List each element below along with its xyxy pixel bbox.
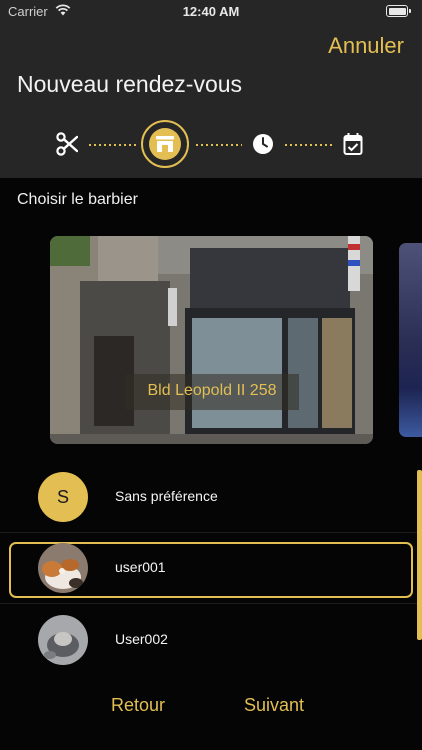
step-connector bbox=[196, 144, 242, 146]
step-shop-active[interactable] bbox=[141, 120, 189, 168]
step-connector bbox=[89, 144, 137, 146]
barber-item-user001[interactable]: user001 bbox=[0, 533, 422, 603]
barber-item-no-preference[interactable]: S Sans préférence bbox=[0, 462, 422, 532]
page-title: Nouveau rendez-vous bbox=[17, 71, 243, 97]
avatar bbox=[38, 543, 88, 593]
avatar: S bbox=[38, 472, 88, 522]
status-time: 12:40 AM bbox=[182, 4, 240, 19]
avatar-letter: S bbox=[38, 472, 88, 522]
status-bar: Carrier 12:40 AM bbox=[0, 0, 422, 24]
shop-address-caption: Bld Leopold II 258 bbox=[125, 374, 299, 410]
shop-icon bbox=[156, 136, 174, 152]
step-connector bbox=[285, 144, 333, 146]
booking-stepper bbox=[0, 118, 422, 172]
shop-card[interactable]: Bld Leopold II 258 bbox=[50, 236, 373, 444]
avatar bbox=[38, 615, 88, 665]
barber-name: user001 bbox=[115, 559, 166, 575]
barber-name: User002 bbox=[115, 631, 168, 647]
battery-icon bbox=[386, 5, 411, 17]
section-title: Choisir le barbier bbox=[17, 191, 138, 208]
divider bbox=[0, 603, 422, 604]
shop-card-next[interactable] bbox=[399, 243, 422, 437]
scissors-icon[interactable] bbox=[56, 132, 79, 161]
barber-name: Sans préférence bbox=[115, 488, 218, 504]
shop-photo bbox=[50, 236, 373, 444]
clock-icon[interactable] bbox=[252, 133, 274, 160]
cancel-button[interactable]: Annuler bbox=[328, 33, 404, 59]
barber-item-user002[interactable]: User002 bbox=[0, 605, 422, 675]
back-button[interactable]: Retour bbox=[111, 695, 165, 716]
scrollbar[interactable] bbox=[417, 470, 422, 640]
next-button[interactable]: Suivant bbox=[244, 695, 304, 716]
calendar-check-icon[interactable] bbox=[343, 132, 363, 161]
shop-address: Bld Leopold II 258 bbox=[147, 382, 277, 399]
